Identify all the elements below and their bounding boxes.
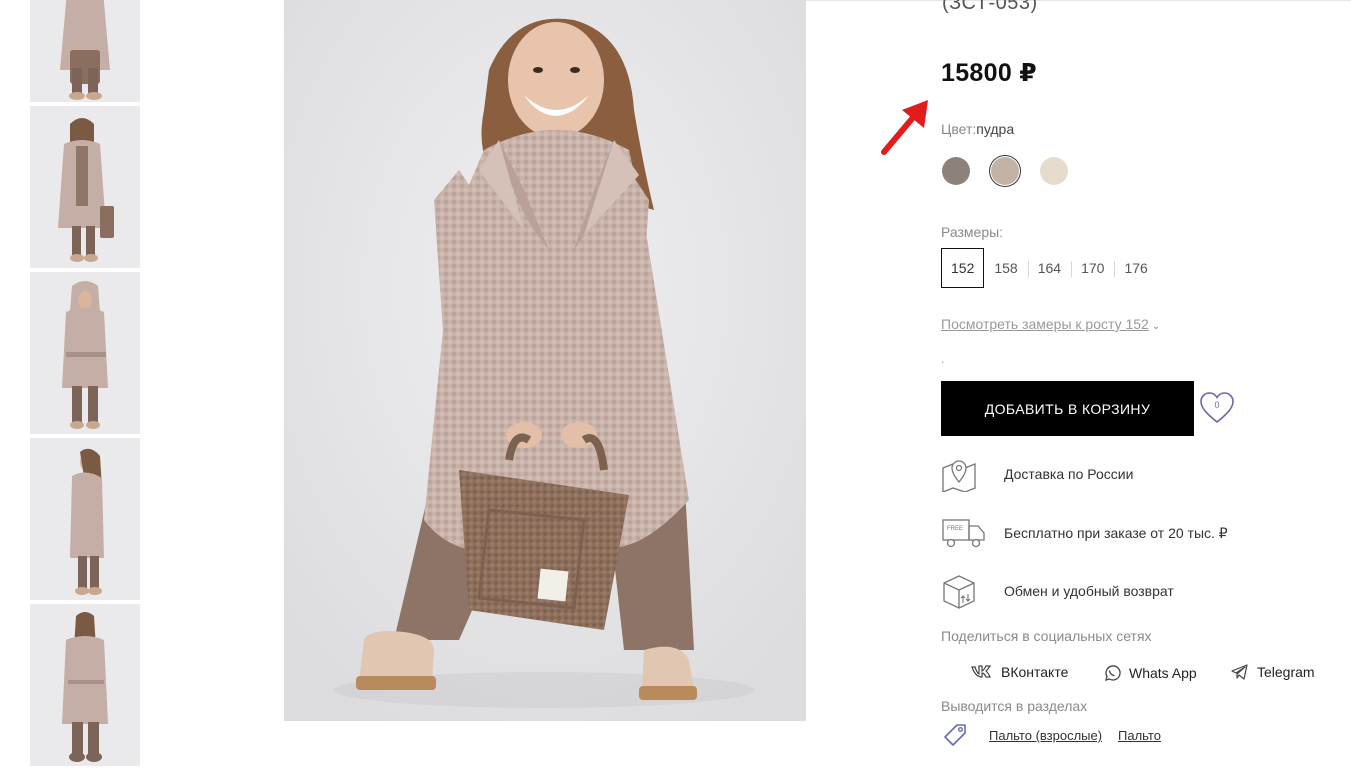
- share-label: Поделиться в социальных сетях: [941, 628, 1152, 644]
- size-option-170[interactable]: 170: [1071, 249, 1114, 287]
- thumbnail-5[interactable]: [30, 604, 140, 766]
- product-price: 15800 ₽: [941, 59, 1037, 87]
- map-pin-icon: [942, 460, 976, 492]
- delivery-truck-icon: FREE: [942, 519, 985, 548]
- thumbnail-2[interactable]: [30, 106, 140, 268]
- feature-delivery-text: Доставка по России: [1004, 466, 1134, 482]
- color-label: Цвет:пудра: [941, 121, 1015, 137]
- feature-delivery: Доставка по России: [941, 456, 1133, 492]
- share-telegram-label: Telegram: [1257, 664, 1315, 680]
- chevron-down-icon: ⌄: [1151, 321, 1161, 332]
- share-whatsapp-link[interactable]: Whats App: [1103, 664, 1197, 682]
- share-vk-label: ВКонтакте: [1001, 664, 1069, 680]
- top-divider: [806, 0, 1351, 1]
- size-option-164[interactable]: 164: [1027, 249, 1071, 287]
- thumbnail-3[interactable]: [30, 272, 140, 434]
- main-product-photo[interactable]: [284, 0, 806, 721]
- note-dot: .: [941, 352, 945, 366]
- add-to-cart-button[interactable]: ДОБАВИТЬ В КОРЗИНУ: [941, 381, 1194, 436]
- thumbnail-gallery: [30, 0, 140, 779]
- section-link-coats[interactable]: Пальто: [1118, 728, 1161, 743]
- size-option-176[interactable]: 176: [1114, 249, 1157, 287]
- annotation-arrow-icon: [881, 100, 928, 155]
- thumbnail-4[interactable]: [30, 438, 140, 600]
- size-measurements-link[interactable]: Посмотреть замеры к росту 152 ⌄: [941, 316, 1160, 332]
- color-swatch-powder[interactable]: [991, 157, 1019, 185]
- feature-returns-text: Обмен и удобный возврат: [1004, 583, 1174, 599]
- share-vk-link[interactable]: ВКонтакте: [971, 664, 1068, 680]
- feature-free-shipping-text: Бесплатно при заказе от 20 тыс. ₽: [1004, 524, 1228, 541]
- feature-free-shipping: FREE Бесплатно при заказе от 20 тыс. ₽: [941, 515, 1228, 551]
- tag-icon: [944, 724, 966, 746]
- thumbnail-1[interactable]: [30, 0, 140, 102]
- color-value: пудра: [976, 121, 1015, 137]
- sizes-label: Размеры:: [941, 224, 1004, 240]
- color-swatch-cream[interactable]: [1040, 157, 1068, 185]
- feature-returns: Обмен и удобный возврат: [941, 573, 1174, 609]
- share-telegram-link[interactable]: Telegram: [1231, 664, 1315, 680]
- whatsapp-icon: [1105, 665, 1121, 681]
- color-swatch-brown-gray[interactable]: [942, 157, 970, 185]
- sections-label: Выводится в разделах: [941, 698, 1088, 714]
- size-selector: 152 158 164 170 176: [941, 248, 1158, 288]
- svg-text:FREE: FREE: [947, 526, 963, 532]
- size-option-152[interactable]: 152: [941, 248, 985, 288]
- favorite-count: 0: [1214, 400, 1220, 410]
- product-code: (ЗСТ-053): [942, 0, 1038, 14]
- section-link-adult-coats[interactable]: Пальто (взрослые): [989, 728, 1102, 743]
- share-whatsapp-label: Whats App: [1129, 665, 1197, 681]
- telegram-icon: [1231, 664, 1248, 680]
- box-exchange-icon: [943, 575, 975, 609]
- size-option-158[interactable]: 158: [984, 249, 1027, 287]
- favorite-button[interactable]: 0: [1199, 391, 1235, 425]
- vk-icon: [971, 665, 991, 678]
